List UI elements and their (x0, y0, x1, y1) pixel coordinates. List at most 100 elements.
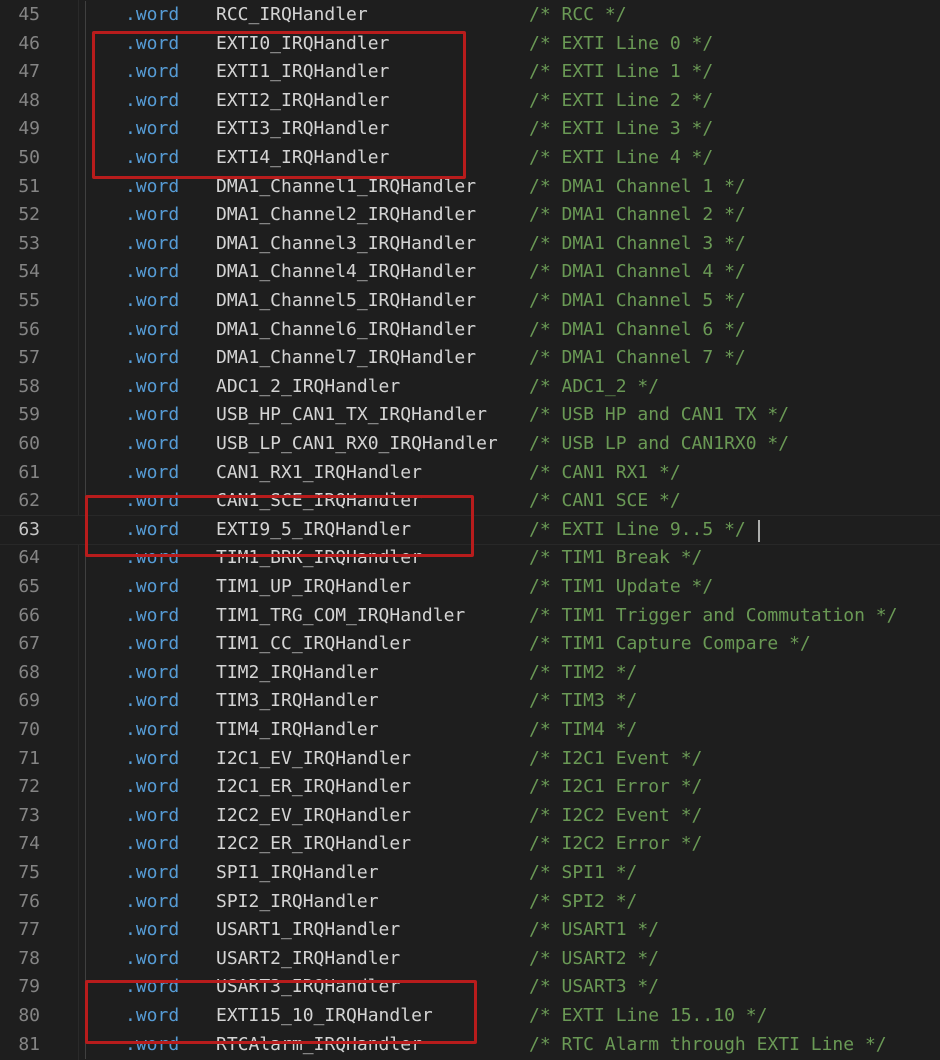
word-directive: .word (125, 433, 180, 454)
line-comment: /* TIM3 */ (529, 690, 638, 712)
indent-guide (85, 344, 86, 373)
line-comment: /* TIM1 Update */ (529, 576, 714, 597)
line-comment: /* EXTI Line 4 */ (529, 147, 714, 168)
line-number: 64 (18, 547, 40, 569)
handler-symbol: I2C2_EV_IRQHandler (216, 804, 412, 826)
code-line-72[interactable]: 72 .word I2C1_ER_IRQHandler /* I2C1 Error *… (0, 773, 940, 802)
line-comment: /* DMA1 Channel 3 */ (529, 232, 746, 254)
word-directive: .word (125, 947, 180, 969)
word-directive: .word (125, 404, 180, 426)
indent-guide (85, 773, 86, 802)
indent-guide (85, 401, 86, 430)
line-number: 77 (18, 919, 40, 941)
indent-guide (85, 86, 86, 116)
code-line-60[interactable]: 60 .word USB_LP_CAN1_RX0_IRQHandler /* USB … (0, 430, 940, 459)
line-number: 45 (18, 4, 40, 25)
code-line-76[interactable]: 76 .word SPI2_IRQHandler /* SPI2 */ (0, 887, 940, 917)
code-line-69[interactable]: 69 .word TIM3_IRQHandler /* TIM3 */ (0, 687, 940, 716)
line-comment: /* USART1 */ (529, 919, 660, 941)
indent-guide (85, 658, 86, 688)
code-line-75[interactable]: 75 .word SPI1_IRQHandler /* SPI1 */ (0, 859, 940, 888)
indent-guide (85, 601, 86, 631)
handler-symbol: DMA1_Channel3_IRQHandler (216, 232, 477, 254)
line-number: 72 (18, 776, 40, 798)
code-line-78[interactable]: 78 .word USART2_IRQHandler /* USART2 */ (0, 944, 940, 974)
word-directive: .word (125, 461, 180, 483)
indent-guide (85, 859, 86, 888)
line-number: 47 (18, 61, 40, 83)
code-line-66[interactable]: 66 .word TIM1_TRG_COM_IRQHandler /* TIM1 Tr… (0, 601, 940, 631)
word-directive: .word (125, 576, 180, 597)
indent-guide (85, 744, 86, 774)
indent-guide (85, 229, 86, 259)
code-line-52[interactable]: 52 .word DMA1_Channel2_IRQHandler /* DMA1 C… (0, 201, 940, 230)
code-line-65[interactable]: 65 .word TIM1_UP_IRQHandler /* TIM1 Update … (0, 573, 940, 602)
indent-guide (85, 944, 86, 974)
handler-symbol: TIM1_TRG_COM_IRQHandler (216, 604, 466, 626)
line-number: 50 (18, 147, 40, 168)
handler-symbol: RCC_IRQHandler (216, 4, 368, 25)
code-line-58[interactable]: 58 .word ADC1_2_IRQHandler /* ADC1_2 */ (0, 372, 940, 402)
word-directive: .word (125, 919, 180, 941)
code-line-45[interactable]: 45 .word RCC_IRQHandler /* RCC */ (0, 1, 940, 30)
code-line-71[interactable]: 71 .word I2C1_EV_IRQHandler /* I2C1 Event *… (0, 744, 940, 774)
line-number: 78 (18, 947, 40, 969)
code-line-59[interactable]: 59 .word USB_HP_CAN1_TX_IRQHandler /* USB H… (0, 401, 940, 430)
handler-symbol: TIM2_IRQHandler (216, 661, 379, 683)
line-comment: /* DMA1 Channel 4 */ (529, 261, 746, 283)
code-line-56[interactable]: 56 .word DMA1_Channel6_IRQHandler /* DMA1 C… (0, 315, 940, 345)
indent-guide (85, 144, 86, 173)
code-line-68[interactable]: 68 .word TIM2_IRQHandler /* TIM2 */ (0, 658, 940, 688)
code-line-74[interactable]: 74 .word I2C2_ER_IRQHandler /* I2C2 Error *… (0, 830, 940, 859)
word-directive: .word (125, 661, 180, 683)
indent-guide (85, 1, 86, 30)
line-number: 65 (18, 576, 40, 597)
handler-symbol: DMA1_Channel7_IRQHandler (216, 347, 477, 369)
line-comment: /* RCC */ (529, 4, 627, 25)
line-number: 51 (18, 175, 40, 197)
line-number: 57 (18, 347, 40, 369)
code-line-61[interactable]: 61 .word CAN1_RX1_IRQHandler /* CAN1 RX1 */ (0, 458, 940, 488)
code-line-53[interactable]: 53 .word DMA1_Channel3_IRQHandler /* DMA1 C… (0, 229, 940, 259)
line-number: 56 (18, 318, 40, 340)
code-line-73[interactable]: 73 .word I2C2_EV_IRQHandler /* I2C2 Event *… (0, 801, 940, 831)
line-comment: /* DMA1 Channel 1 */ (529, 175, 746, 197)
word-directive: .word (125, 290, 180, 311)
handler-symbol: TIM3_IRQHandler (216, 690, 379, 712)
word-directive: .word (125, 261, 180, 283)
line-comment: /* EXTI Line 2 */ (529, 89, 714, 111)
line-number: 46 (18, 32, 40, 54)
indent-guide (85, 58, 86, 87)
line-number: 73 (18, 804, 40, 826)
line-comment: /* RTC Alarm through EXTI Line */ (529, 1033, 887, 1055)
handler-symbol: USART1_IRQHandler (216, 919, 401, 941)
highlight-box-exti9-5 (85, 495, 474, 557)
line-number: 67 (18, 633, 40, 655)
code-line-70[interactable]: 70 .word TIM4_IRQHandler /* TIM4 */ (0, 716, 940, 745)
line-comment: /* I2C2 Error */ (529, 833, 703, 855)
code-line-54[interactable]: 54 .word DMA1_Channel4_IRQHandler /* DMA1 C… (0, 258, 940, 287)
indent-guide (85, 630, 86, 659)
indent-guide (85, 201, 86, 230)
line-comment: /* SPI2 */ (529, 890, 638, 912)
line-number: 74 (18, 833, 40, 855)
code-line-67[interactable]: 67 .word TIM1_CC_IRQHandler /* TIM1 Capture… (0, 630, 940, 659)
word-directive: .word (125, 690, 180, 712)
line-number: 49 (18, 118, 40, 140)
line-comment: /* USB HP and CAN1 TX */ (529, 404, 790, 426)
code-editor[interactable]: 45 .word RCC_IRQHandler/* RCC */46 .word EXT… (0, 0, 940, 1060)
code-line-55[interactable]: 55 .word DMA1_Channel5_IRQHandler /* DMA1 C… (0, 287, 940, 316)
line-number: 69 (18, 690, 40, 712)
code-line-57[interactable]: 57 .word DMA1_Channel7_IRQHandler /* DMA1 C… (0, 344, 940, 373)
word-directive: .word (125, 719, 180, 740)
line-number: 79 (18, 976, 40, 998)
line-number: 60 (18, 433, 40, 454)
code-line-77[interactable]: 77 .word USART1_IRQHandler /* USART1 */ (0, 916, 940, 945)
line-number: 55 (18, 290, 40, 311)
handler-symbol: I2C1_EV_IRQHandler (216, 747, 412, 769)
indent-guide (85, 29, 86, 59)
line-number: 71 (18, 747, 40, 769)
word-directive: .word (125, 604, 180, 626)
handler-symbol: SPI1_IRQHandler (216, 862, 379, 883)
line-number: 54 (18, 261, 40, 283)
